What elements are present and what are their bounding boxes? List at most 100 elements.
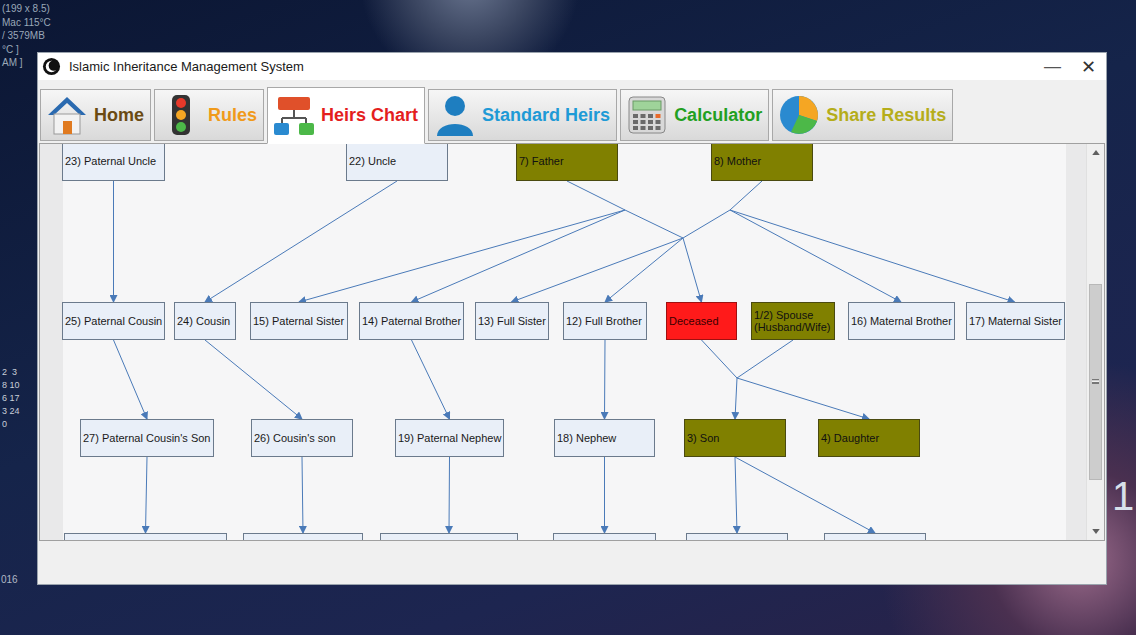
calculator-icon bbox=[625, 93, 669, 137]
desktop-clock: 1 bbox=[1112, 474, 1134, 519]
chart-edge bbox=[412, 340, 450, 419]
calendar-row: 3 24 bbox=[2, 405, 20, 418]
chart-edge bbox=[625, 210, 683, 238]
heir-node[interactable]: 26) Cousin's son bbox=[251, 419, 353, 457]
pie-chart-icon bbox=[777, 93, 821, 137]
chart-edge bbox=[512, 238, 684, 302]
tab-label: Standard Heirs bbox=[482, 105, 610, 126]
chart-edge bbox=[114, 340, 148, 419]
heir-node[interactable] bbox=[824, 533, 926, 540]
tab[interactable]: Calculator bbox=[620, 89, 769, 141]
heir-node[interactable]: 17) Maternal Sister bbox=[966, 302, 1065, 340]
chart-edge bbox=[730, 181, 762, 210]
grip-icon bbox=[1092, 379, 1099, 384]
chart-edge bbox=[683, 238, 702, 302]
heir-node[interactable]: 7) Father bbox=[516, 144, 618, 181]
tab[interactable]: Home bbox=[40, 89, 151, 141]
title-bar[interactable]: Islamic Inheritance Management System — … bbox=[38, 53, 1106, 80]
person-icon bbox=[433, 93, 477, 137]
heir-node[interactable]: 15) Paternal Sister bbox=[250, 302, 348, 340]
heir-node[interactable]: 1/2) Spouse (Husband/Wife) bbox=[751, 302, 835, 340]
tab[interactable]: Standard Heirs bbox=[428, 89, 617, 141]
heir-node[interactable]: 4) Daughter bbox=[818, 419, 920, 457]
chart-edge bbox=[567, 181, 625, 210]
chart-edge bbox=[735, 457, 875, 533]
heir-node[interactable]: 14) Paternal Brother bbox=[359, 302, 464, 340]
tab[interactable]: Rules bbox=[154, 89, 264, 141]
heir-node[interactable]: 13) Full Sister bbox=[475, 302, 549, 340]
tab[interactable]: Heirs Chart bbox=[267, 87, 425, 144]
vertical-scrollbar[interactable] bbox=[1086, 144, 1104, 540]
tab-label: Calculator bbox=[674, 105, 762, 126]
minimize-button[interactable]: — bbox=[1038, 57, 1067, 77]
tab[interactable]: Share Results bbox=[772, 89, 953, 141]
chart-edge bbox=[299, 210, 625, 302]
status-bar bbox=[38, 541, 1106, 584]
scroll-track[interactable] bbox=[1087, 161, 1104, 523]
heir-node[interactable]: 18) Nephew bbox=[554, 419, 655, 457]
heir-node[interactable] bbox=[64, 533, 227, 540]
heir-node[interactable]: 27) Paternal Cousin's Son bbox=[80, 419, 214, 457]
widget-text: Mac 115°C bbox=[2, 16, 51, 30]
heirs-chart: 23) Paternal Uncle 22) Uncle 7) Father 8) M… bbox=[40, 144, 1086, 540]
heir-node[interactable] bbox=[243, 533, 363, 540]
heir-node[interactable]: 12) Full Brother bbox=[563, 302, 647, 340]
chart-edge bbox=[604, 457, 605, 533]
desktop: (199 x 8.5)Mac 115°C/ 3579MB°C ]AM ] 2 3… bbox=[0, 0, 1136, 635]
crescent-icon bbox=[42, 57, 61, 76]
heir-node[interactable]: 19) Paternal Nephew bbox=[395, 419, 504, 457]
chart-panel: 23) Paternal Uncle 22) Uncle 7) Father 8) M… bbox=[39, 143, 1105, 541]
heir-node[interactable] bbox=[686, 533, 788, 540]
heir-node[interactable]: 16) Maternal Brother bbox=[848, 302, 955, 340]
widget-text: (199 x 8.5) bbox=[2, 2, 51, 16]
heir-node[interactable] bbox=[553, 533, 656, 540]
calendar-row: 8 10 bbox=[2, 379, 20, 392]
house-icon bbox=[45, 93, 89, 137]
app-window: Islamic Inheritance Management System — … bbox=[37, 52, 1107, 585]
heir-node[interactable]: 24) Cousin bbox=[174, 302, 236, 340]
scroll-down-button[interactable] bbox=[1087, 523, 1104, 540]
heir-node[interactable]: 25) Paternal Cousin bbox=[62, 302, 165, 340]
traffic-light-icon bbox=[159, 93, 203, 137]
chart-edge bbox=[735, 457, 737, 533]
desktop-calendar: 2 38 106 173 240 bbox=[2, 366, 20, 431]
chart-edge bbox=[730, 210, 1015, 302]
chart-edge bbox=[737, 340, 793, 378]
close-button[interactable]: ✕ bbox=[1075, 57, 1102, 77]
chart-edge bbox=[412, 210, 626, 302]
heir-node[interactable]: Deceased bbox=[666, 302, 737, 340]
chart-edge bbox=[205, 181, 397, 302]
calendar-row: 6 17 bbox=[2, 392, 20, 405]
chart-edge bbox=[113, 181, 114, 302]
chart-edge bbox=[449, 457, 451, 533]
heir-node[interactable] bbox=[380, 533, 518, 540]
tab-label: Share Results bbox=[826, 105, 946, 126]
tab-label: Heirs Chart bbox=[321, 105, 418, 126]
chart-edge bbox=[735, 378, 737, 419]
org-chart-icon bbox=[272, 94, 316, 138]
chart-edge bbox=[737, 378, 869, 419]
heir-node[interactable]: 8) Mother bbox=[711, 144, 813, 181]
chart-edge bbox=[702, 340, 738, 378]
scroll-thumb[interactable] bbox=[1089, 284, 1102, 479]
heir-node[interactable]: 23) Paternal Uncle bbox=[62, 144, 165, 181]
chart-edge bbox=[205, 340, 302, 419]
chart-edge bbox=[146, 457, 148, 533]
up-arrow-icon bbox=[1092, 150, 1100, 155]
down-arrow-icon bbox=[1092, 529, 1100, 534]
calendar-row: 2 3 bbox=[2, 366, 20, 379]
heir-node[interactable]: 3) Son bbox=[684, 419, 786, 457]
heir-node[interactable]: 22) Uncle bbox=[346, 144, 448, 181]
chart-edge bbox=[302, 457, 303, 533]
widget-text: / 3579MB bbox=[2, 29, 51, 43]
chart-edges bbox=[40, 144, 1086, 540]
chart-edge bbox=[604, 340, 606, 419]
window-title: Islamic Inheritance Management System bbox=[69, 59, 304, 74]
chart-edge bbox=[730, 210, 901, 302]
tab-label: Rules bbox=[208, 105, 257, 126]
chart-edge bbox=[683, 210, 730, 238]
chart-canvas bbox=[63, 144, 1066, 540]
tab-label: Home bbox=[94, 105, 144, 126]
tab-bar: Home Rules Heirs Chart Standard Heirs Ca… bbox=[38, 80, 1106, 143]
scroll-up-button[interactable] bbox=[1087, 144, 1104, 161]
